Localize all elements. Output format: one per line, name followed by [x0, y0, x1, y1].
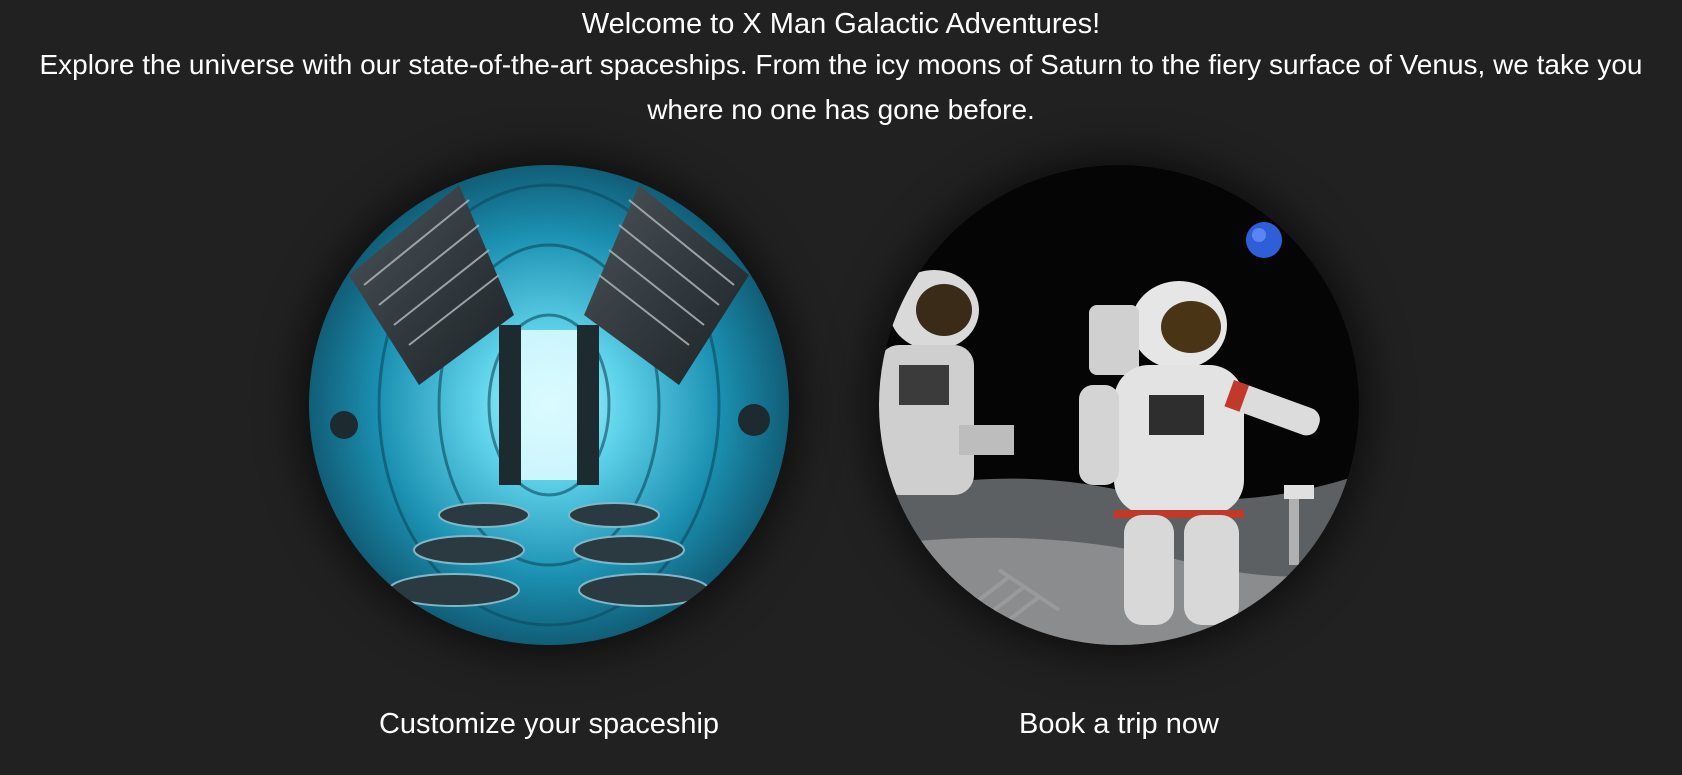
page-tagline: Explore the universe with our state-of-t…	[39, 49, 1643, 125]
astronauts-illustration	[879, 165, 1359, 645]
astronauts-on-moon-image[interactable]	[879, 165, 1359, 645]
customize-spaceship-link[interactable]: Customize your spaceship	[379, 706, 719, 742]
option-cards: Customize your spaceship Book a trip now	[0, 165, 1682, 775]
book-trip-link[interactable]: Book a trip now	[1019, 706, 1219, 742]
page-title: Welcome to X Man Galactic Adventures!	[581, 8, 1101, 40]
customize-spaceship-card[interactable]: Customize your spaceship	[309, 165, 789, 742]
hero: Welcome to X Man Galactic Adventures! Ex…	[0, 0, 1682, 132]
spaceship-interior-illustration	[309, 165, 789, 645]
page: Welcome to X Man Galactic Adventures! Ex…	[0, 0, 1682, 775]
book-trip-card[interactable]: Book a trip now	[879, 165, 1359, 742]
spaceship-interior-image[interactable]	[309, 165, 789, 645]
